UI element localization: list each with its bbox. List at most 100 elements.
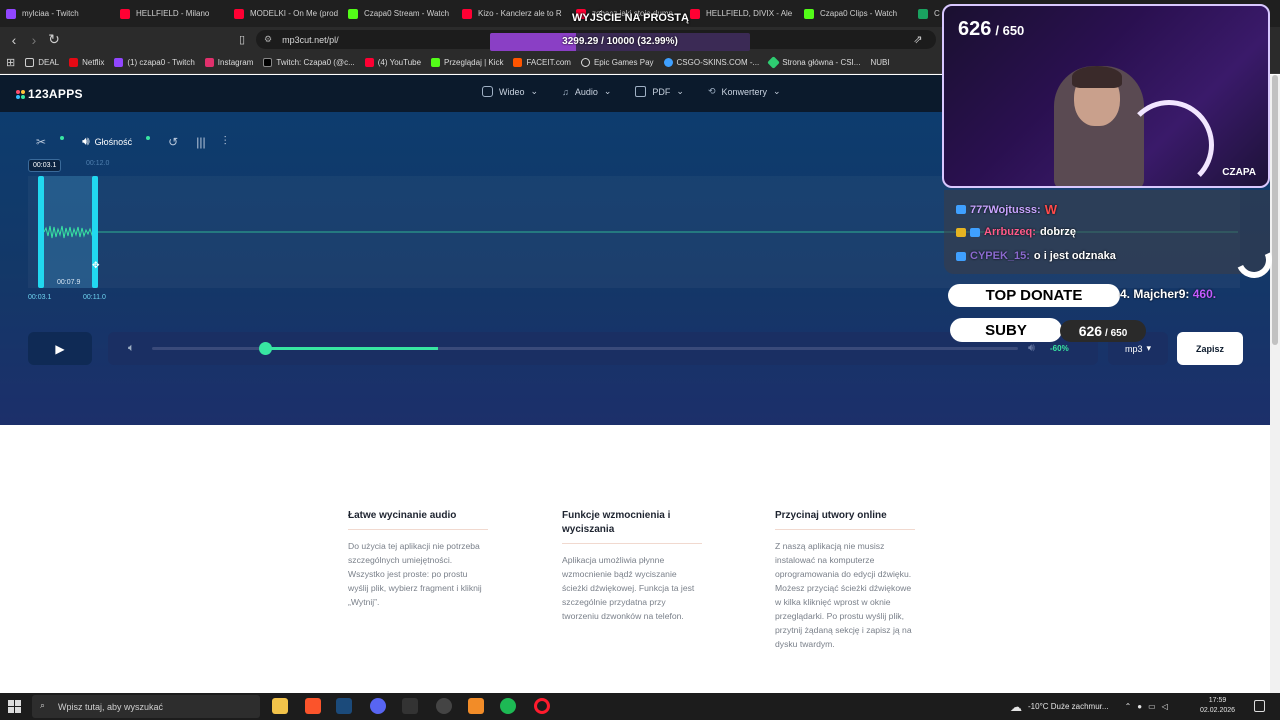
editor-toolbar: ✂ 🔊︎ Głośność ↺ ||| ⫶ <box>36 134 227 149</box>
bookmark-icon[interactable]: ▯ <box>232 30 252 50</box>
volume-percent: -60% <box>1050 344 1069 353</box>
selection-start-time: 00:03.1 <box>28 294 52 301</box>
faceit-icon <box>513 58 523 67</box>
steam-icon[interactable] <box>336 698 352 714</box>
opera-icon[interactable] <box>534 698 550 714</box>
browser-tab[interactable]: Czapa0 Clips - Watch <box>798 0 912 27</box>
csi-icon <box>767 56 781 69</box>
system-tray: ☁ -10°C Duże zachmur... ⌃ ● ▭ ◁ <box>1010 693 1168 720</box>
logo-dots-icon <box>16 89 25 99</box>
video-icon <box>482 86 493 97</box>
scissors-icon[interactable]: ✂ <box>36 135 46 149</box>
tab-favicon-icon <box>918 8 928 19</box>
site-info-icon[interactable]: ⚙ <box>264 34 272 45</box>
music-note-icon: ♫ <box>562 86 569 97</box>
bookmark-item[interactable]: Netflix <box>69 58 104 67</box>
instagram-icon <box>204 58 214 67</box>
browser-tab[interactable]: MODELKI - On Me (prod <box>228 0 342 27</box>
app-logo[interactable]: 123APPS <box>16 87 83 101</box>
discord-icon[interactable] <box>370 698 386 714</box>
spotify-icon[interactable] <box>500 698 516 714</box>
apps-grid-icon[interactable]: ⊞ <box>6 56 15 69</box>
nav-converters[interactable]: ⟲ Konwertery ⌄ <box>708 86 781 97</box>
save-button[interactable]: Zapisz <box>1177 332 1243 365</box>
sub-badge-icon <box>956 205 966 214</box>
share-icon[interactable]: ⇗ <box>908 30 928 50</box>
active-dot-icon <box>60 135 65 140</box>
chevron-down-icon: ⌄ <box>530 86 539 96</box>
streamer-headset <box>1072 66 1122 88</box>
forward-arrow-icon[interactable]: › <box>24 30 44 50</box>
play-icon: ▶ <box>55 341 65 356</box>
bookmark-item[interactable]: CSGO-SKINS.COM -... <box>663 58 759 67</box>
network-icon[interactable]: ▭ <box>1148 702 1156 711</box>
subs-counter: 626/ 650 <box>1060 320 1146 342</box>
chat-message: 777Wojtusss: W <box>956 202 1057 217</box>
taskbar-clock[interactable]: 17:59 02.02.2026 <box>1200 696 1235 716</box>
microphone-icon[interactable]: ● <box>1137 702 1142 711</box>
weather-text[interactable]: -10°C Duże zachmur... <box>1028 702 1109 711</box>
chat-message: Arrbuzeq: dobrzę <box>956 226 1076 238</box>
volume-slider-knob[interactable] <box>258 342 272 355</box>
document-icon <box>635 86 647 97</box>
tab-favicon-icon <box>6 8 16 19</box>
bookmark-item[interactable]: Twitch: Czapa0 (@c... <box>263 58 355 67</box>
bookmark-item[interactable]: Przeglądaj | Kick <box>431 58 503 67</box>
speaker-tray-icon[interactable]: ◁ <box>1162 702 1168 711</box>
volume-slider[interactable] <box>152 342 1018 355</box>
netflix-icon <box>69 58 79 67</box>
bookmark-item[interactable]: Epic Games Pay <box>580 58 654 67</box>
bookmark-item[interactable]: (4) YouTube <box>364 58 421 67</box>
scrollbar-thumb[interactable] <box>1272 75 1278 345</box>
cam-sub-max: / 650 <box>995 23 1025 38</box>
bookmark-item[interactable]: NUBI <box>870 58 889 67</box>
notifications-icon[interactable] <box>1254 700 1265 712</box>
settings-sliders-icon[interactable]: ⫶ <box>224 134 227 149</box>
bookmark-item[interactable]: DEAL <box>25 58 59 67</box>
csgo-skins-icon <box>663 58 673 67</box>
file-explorer-icon[interactable] <box>272 698 288 714</box>
play-button[interactable]: ▶ <box>28 332 92 365</box>
nav-pdf[interactable]: PDF ⌄ <box>635 86 684 97</box>
reverse-icon[interactable]: ↺ <box>168 135 178 149</box>
tray-chevron-up-icon[interactable]: ⌃ <box>1125 702 1132 711</box>
feature-title: Łatwe wycinanie audio <box>348 509 488 530</box>
nav-video[interactable]: Wideo ⌄ <box>482 86 538 97</box>
epic-games-icon[interactable] <box>402 698 418 714</box>
folder-icon <box>25 58 35 67</box>
browser-tab[interactable]: HELLFIELD, DIVIX - Ale <box>684 0 798 27</box>
brave-icon[interactable] <box>305 698 321 714</box>
feature-title: Funkcje wzmocnienia i wyciszania <box>562 509 702 544</box>
nav-audio[interactable]: ♫ Audio ⌄ <box>562 86 611 97</box>
browser-tab[interactable]: HELLFIELD - Milano <box>114 0 228 27</box>
taskbar-search[interactable]: ⌕ Wpisz tutaj, aby wyszukać <box>32 695 260 718</box>
browser-tab[interactable]: Kizo - Kanclerz ale to R <box>456 0 570 27</box>
bookmark-item[interactable]: Strona główna - CSI... <box>767 56 860 69</box>
app-icon[interactable] <box>468 698 484 714</box>
selection-end-handle[interactable] <box>92 176 98 288</box>
speaker-icon: 🔊︎ <box>82 134 90 148</box>
webcam-overlay: 626/ 650 CZAPA <box>942 4 1270 188</box>
reload-icon[interactable]: ↻ <box>44 30 64 50</box>
back-arrow-icon[interactable]: ‹ <box>4 30 24 50</box>
bookmark-item[interactable]: FACEIT.com <box>513 58 571 67</box>
selection-start-bubble: 00:03.1 <box>28 159 62 172</box>
donation-goal-text: 3299.29 / 10000 (32.99%) <box>562 36 678 47</box>
faceit-app-icon[interactable] <box>436 698 452 714</box>
browser-tab[interactable]: mylciaa - Twitch <box>0 0 114 27</box>
convert-icon: ⟲ <box>707 86 716 96</box>
volume-tool[interactable]: 🔊︎ Głośność <box>82 134 132 149</box>
donation-goal-bar: 3299.29 / 10000 (32.99%) <box>490 33 750 51</box>
page-scrollbar[interactable] <box>1270 75 1280 693</box>
selection-start-handle[interactable] <box>38 176 44 288</box>
windows-taskbar: ⌕ Wpisz tutaj, aby wyszukać ☁ -10°C Duże… <box>0 693 1280 720</box>
volume-slider-fill <box>264 347 438 350</box>
windows-start-icon[interactable] <box>8 700 21 713</box>
browser-tab[interactable]: Czapa0 Stream - Watch <box>342 0 456 27</box>
bookmark-item[interactable]: Instagram <box>204 58 253 67</box>
neon-light <box>1124 100 1214 186</box>
cam-sub-counter: 626/ 650 <box>958 18 1024 41</box>
bookmark-item[interactable]: (1) czapa0 - Twitch <box>114 58 195 67</box>
equalizer-icon[interactable]: ||| <box>196 135 205 149</box>
kick-icon <box>431 58 441 67</box>
